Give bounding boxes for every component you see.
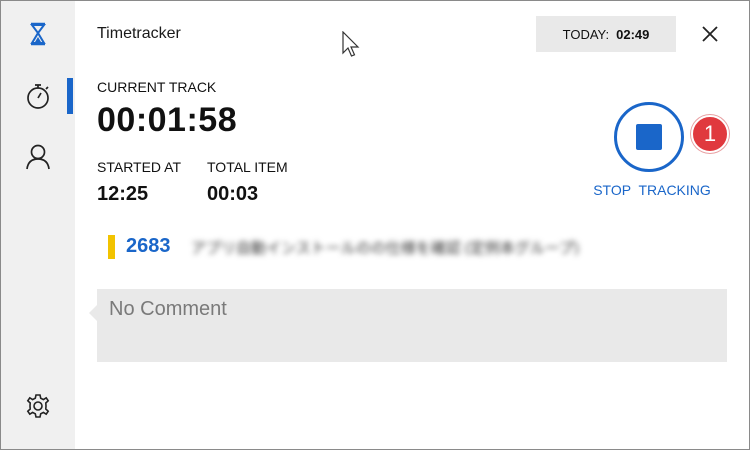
task-color-marker — [108, 235, 115, 259]
sidebar-item-account[interactable] — [1, 135, 75, 179]
sidebar — [1, 1, 75, 449]
app-title: Timetracker — [97, 25, 181, 42]
stop-icon — [636, 124, 662, 150]
stopwatch-icon — [27, 84, 49, 109]
task-title-blurred: アプリ自動インストールのの仕様を確認 (定例本グループ) — [191, 240, 579, 255]
gear-icon — [26, 394, 50, 418]
close-button[interactable] — [695, 19, 725, 49]
user-icon — [26, 144, 50, 170]
hourglass-icon — [30, 22, 46, 46]
task-id-link[interactable]: 2683 — [126, 235, 171, 258]
started-at-value: 12:25 — [97, 183, 149, 205]
close-icon — [702, 26, 718, 42]
sidebar-item-settings[interactable] — [1, 384, 75, 428]
started-at-label: STARTED AT — [97, 159, 182, 175]
stop-tracking-link[interactable]: STOP TRACKING — [579, 182, 725, 198]
timetracker-window: Timetracker TODAY: 02:49 CURRENT TRACK 0… — [0, 0, 750, 450]
today-label: TODAY: — [562, 26, 610, 42]
total-item-value: 00:03 — [207, 183, 259, 205]
total-item-label: TOTAL ITEM — [207, 159, 288, 175]
sidebar-item-home[interactable] — [1, 12, 75, 56]
sidebar-item-tracker[interactable] — [1, 74, 75, 118]
current-track-time: 00:01:58 — [97, 101, 238, 139]
comment-field[interactable]: No Comment — [97, 289, 727, 362]
step-badge: 1 — [691, 115, 729, 153]
active-indicator — [67, 78, 73, 114]
today-value: 02:49 — [616, 26, 650, 42]
current-track-label: CURRENT TRACK — [97, 79, 217, 95]
comment-pointer — [89, 305, 97, 321]
mouse-cursor-icon — [342, 31, 360, 57]
today-total-badge: TODAY: 02:49 — [536, 16, 676, 52]
stop-tracking-button[interactable] — [614, 102, 684, 172]
